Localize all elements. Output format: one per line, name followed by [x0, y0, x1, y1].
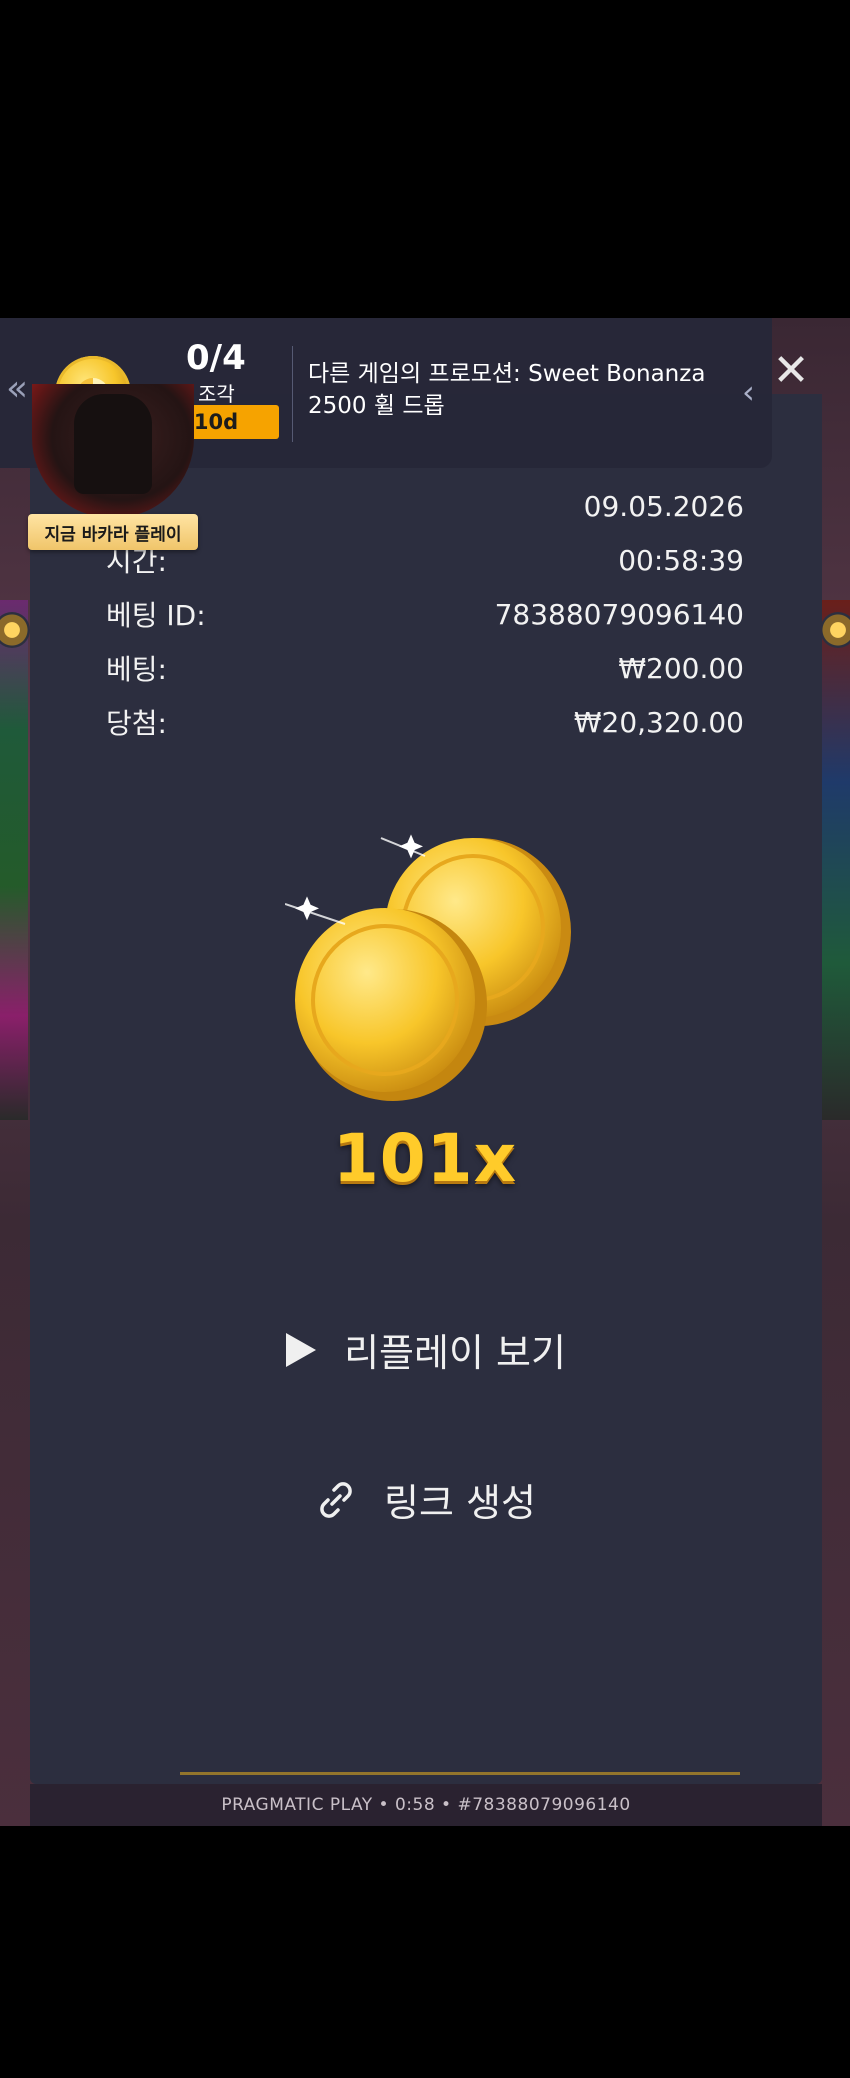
replay-button[interactable]: 리플레이 보기	[0, 1322, 850, 1377]
bet-date-value: 09.05.2026	[583, 489, 744, 523]
replay-button-label: 리플레이 보기	[344, 1331, 566, 1375]
bet-date-row: 09.05.2026	[106, 482, 744, 530]
win-amount-label: 당첨:	[106, 707, 167, 740]
win-multiplier: 101x	[332, 1120, 518, 1197]
gold-coins-icon	[285, 834, 571, 1101]
gear-icon	[820, 612, 850, 648]
bet-amount-row: 베팅: ₩200.00	[106, 644, 744, 692]
bet-time-row: 시간: 00:58:39	[106, 536, 744, 584]
close-icon[interactable]: ✕	[766, 346, 816, 396]
create-link-label: 링크 생성	[384, 1481, 536, 1525]
bet-amount-value: ₩200.00	[618, 651, 744, 685]
win-amount-row: 당첨: ₩20,320.00	[106, 698, 744, 746]
chevron-left-icon[interactable]: ‹	[742, 373, 755, 411]
promo-progress: 0/4	[186, 338, 246, 378]
bet-id-row: 베팅 ID: 78388079096140	[106, 590, 744, 638]
promo-message: 다른 게임의 프로모션: Sweet Bonanza 2500 휠 드롭	[308, 361, 706, 419]
promo-divider	[292, 346, 293, 442]
link-icon	[320, 1481, 352, 1518]
create-link-button[interactable]: 링크 생성	[0, 1472, 850, 1527]
play-icon	[286, 1332, 317, 1367]
bet-id-value: 78388079096140	[494, 597, 744, 631]
game-info-text: PRAGMATIC PLAY • 0:58 • #78388079096140	[221, 1795, 631, 1815]
play-baccarat-tag[interactable]: 지금 바카라 플레이	[28, 514, 198, 550]
promo-pieces-label: 조각	[198, 382, 235, 406]
collapse-chevron-icon[interactable]: «	[6, 368, 28, 409]
bet-amount-label: 베팅:	[106, 653, 167, 686]
bet-time-value: 00:58:39	[618, 543, 744, 577]
reel-strip-right	[822, 600, 850, 1120]
game-info-footer: PRAGMATIC PLAY • 0:58 • #78388079096140	[30, 1772, 822, 1826]
bet-id-label: 베팅 ID:	[106, 599, 206, 632]
win-amount-value: ₩20,320.00	[573, 705, 744, 739]
reel-strip-left	[0, 600, 28, 1120]
